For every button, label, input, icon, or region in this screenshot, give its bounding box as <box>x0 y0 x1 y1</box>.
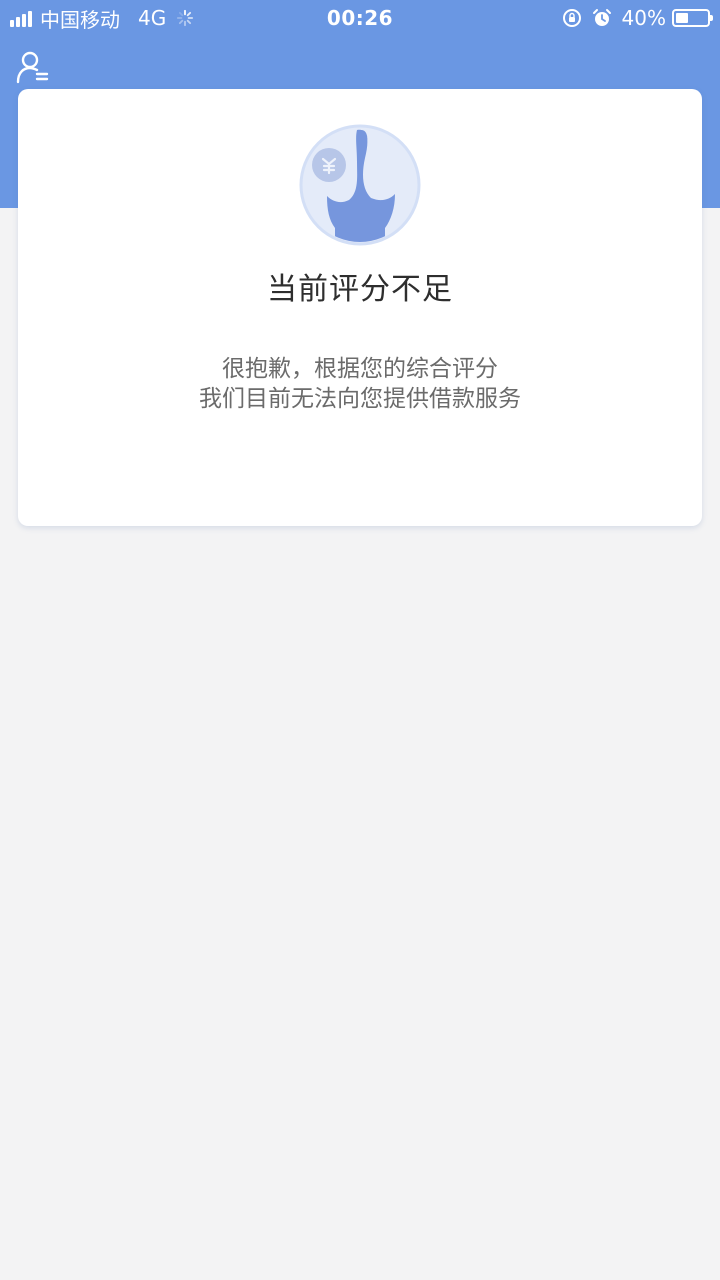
battery-tip <box>710 15 713 21</box>
card-message-line1: 很抱歉，根据您的综合评分 <box>222 356 498 382</box>
card-message-line2: 我们目前无法向您提供借款服务 <box>199 386 521 412</box>
card-message: 很抱歉，根据您的综合评分 我们目前无法向您提供借款服务 <box>18 354 702 414</box>
user-menu-icon[interactable] <box>16 50 50 84</box>
status-bar: 中国移动 4G 00:26 40% <box>0 0 720 36</box>
rotation-lock-icon <box>562 9 581 27</box>
alarm-icon <box>592 9 611 26</box>
battery-fill <box>676 13 688 23</box>
result-card: 当前评分不足 很抱歉，根据您的综合评分 我们目前无法向您提供借款服务 <box>18 89 702 526</box>
status-right: 40% <box>562 6 713 30</box>
battery-percentage: 40% <box>621 6 666 30</box>
empty-state-illustration <box>299 124 421 246</box>
card-title: 当前评分不足 <box>267 272 453 307</box>
battery-icon <box>672 9 713 27</box>
